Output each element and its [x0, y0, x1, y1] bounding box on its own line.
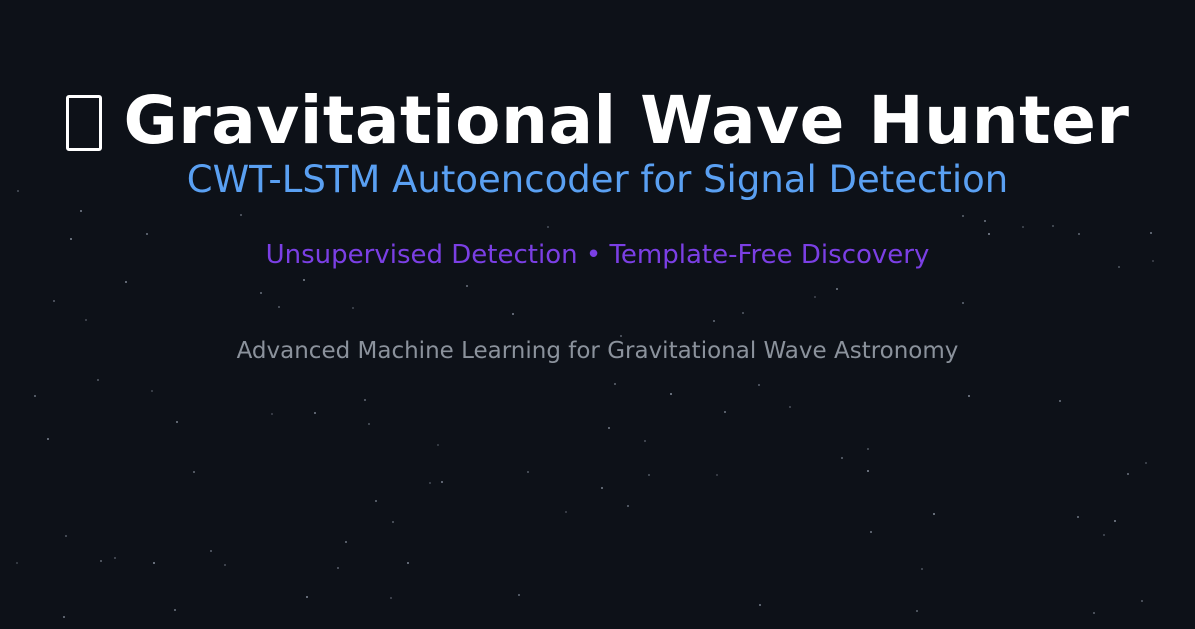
page-subtitle: CWT-LSTM Autoencoder for Signal Detectio… [186, 158, 1009, 201]
title-row: Gravitational Wave Hunter [0, 80, 1195, 160]
tagline: Unsupervised Detection • Template-Free D… [265, 240, 930, 270]
description: Advanced Machine Learning for Gravitatio… [236, 338, 959, 364]
missing-glyph-icon [65, 95, 102, 151]
hero-banner: Gravitational Wave Hunter CWT-LSTM Autoe… [0, 0, 1195, 629]
page-title: Gravitational Wave Hunter [123, 81, 1130, 159]
